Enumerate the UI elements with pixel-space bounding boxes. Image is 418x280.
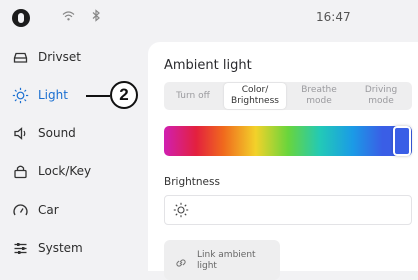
sidebar-item-label: Light — [38, 88, 68, 102]
sun-icon — [12, 87, 29, 103]
callout-leader-line — [86, 95, 110, 97]
callout-number: 2 — [110, 81, 138, 109]
mode-option-color-brightness[interactable]: Color/ Brightness — [224, 83, 286, 109]
sidebar-item-label: Sound — [38, 126, 76, 140]
panel-title: Ambient light — [164, 58, 252, 73]
brightness-slider[interactable] — [164, 195, 412, 225]
sun-icon — [173, 202, 189, 218]
sidebar-item-drivset[interactable]: Drivset — [12, 44, 142, 70]
ambient-light-panel: Ambient light Turn off Color/ Brightness… — [148, 42, 418, 280]
link-button-label: Link ambient light — [197, 250, 256, 271]
sidebar: Drivset Light Sound Lock/Key Car System — [0, 36, 148, 271]
sliders-icon — [14, 242, 27, 254]
mode-option-breathe[interactable]: Breathe mode — [288, 82, 350, 110]
gauge-icon — [13, 203, 28, 215]
speaker-icon — [14, 126, 26, 140]
color-slider-thumb[interactable] — [392, 126, 411, 156]
wifi-icon — [62, 9, 75, 27]
mode-option-driving[interactable]: Driving mode — [350, 82, 412, 110]
sidebar-item-car[interactable]: Car — [12, 197, 142, 223]
bluetooth-icon — [92, 9, 101, 27]
sidebar-item-lock-key[interactable]: Lock/Key — [12, 158, 142, 184]
sidebar-item-label: Drivset — [38, 50, 81, 64]
link-ambient-light-button[interactable]: Link ambient light — [164, 240, 280, 280]
clock: 16:47 — [316, 10, 351, 24]
sidebar-item-system[interactable]: System — [12, 235, 142, 261]
mode-segmented-control: Turn off Color/ Brightness Breathe mode … — [164, 82, 412, 110]
brightness-label: Brightness — [164, 176, 220, 188]
sidebar-item-label: Car — [38, 203, 59, 217]
status-bar: 16:47 — [0, 0, 418, 36]
sidebar-item-sound[interactable]: Sound — [12, 120, 142, 146]
link-icon — [176, 259, 186, 267]
sidebar-item-label: System — [38, 241, 83, 255]
mode-option-turn-off[interactable]: Turn off — [164, 82, 222, 110]
lock-icon — [14, 165, 27, 178]
sidebar-item-label: Lock/Key — [38, 164, 92, 178]
car-front-icon — [13, 52, 28, 63]
color-slider[interactable] — [164, 126, 412, 156]
logo-icon — [12, 9, 30, 27]
